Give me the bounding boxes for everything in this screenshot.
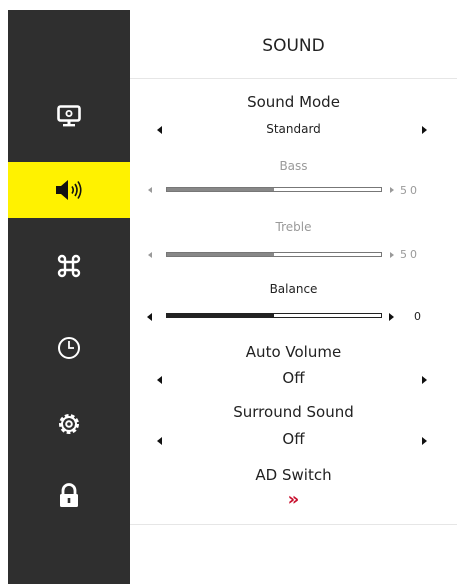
treble-value: 50 (400, 248, 420, 261)
gear-icon (59, 414, 79, 434)
sound-mode-label: Sound Mode (247, 93, 340, 111)
monitor-icon (57, 105, 81, 127)
sound-menu-panel: SOUND Sound Mode Standard Bass 50 Treble… (130, 0, 457, 584)
treble-left-arrow[interactable] (148, 252, 152, 258)
bass-label: Bass (279, 159, 308, 173)
auto-volume-value[interactable]: Off (130, 369, 457, 387)
sidebar-item-picture[interactable] (8, 88, 130, 144)
title-divider (130, 78, 457, 79)
sidebar-item-sound[interactable] (8, 162, 130, 218)
ad-switch-arrow-icon[interactable]: » (130, 489, 457, 510)
balance-slider[interactable] (166, 313, 382, 318)
bottom-divider (130, 524, 457, 525)
balance-slider-fill (167, 314, 274, 317)
sidebar-item-lock[interactable] (8, 468, 130, 524)
balance-right-arrow[interactable] (389, 313, 394, 321)
command-icon (57, 254, 81, 278)
balance-value: 0 (414, 310, 424, 323)
sidebar-item-time[interactable] (8, 320, 130, 376)
ad-switch-label: AD Switch (255, 466, 332, 484)
menu-title: SOUND (262, 36, 325, 56)
speaker-icon (56, 180, 82, 200)
clock-icon (58, 337, 80, 359)
surround-sound-value[interactable]: Off (130, 430, 457, 448)
surround-sound-right-arrow[interactable] (422, 437, 427, 445)
treble-label: Treble (275, 220, 312, 234)
sidebar-item-function[interactable] (8, 238, 130, 294)
bass-right-arrow[interactable] (390, 187, 394, 193)
treble-slider-fill (167, 253, 274, 256)
bass-value: 50 (400, 184, 420, 197)
bass-slider-fill (167, 188, 274, 191)
surround-sound-label: Surround Sound (233, 403, 354, 421)
auto-volume-label: Auto Volume (245, 343, 342, 361)
bass-left-arrow[interactable] (148, 187, 152, 193)
balance-label: Balance (269, 282, 318, 296)
auto-volume-right-arrow[interactable] (422, 376, 427, 384)
sidebar (8, 10, 130, 584)
bass-slider[interactable] (166, 187, 382, 192)
sound-mode-value[interactable]: Standard (130, 122, 457, 136)
sound-mode-right-arrow[interactable] (422, 126, 427, 134)
treble-right-arrow[interactable] (390, 252, 394, 258)
balance-left-arrow[interactable] (147, 313, 152, 321)
lock-icon (60, 483, 78, 507)
sidebar-item-setup[interactable] (8, 396, 130, 452)
treble-slider[interactable] (166, 252, 382, 257)
